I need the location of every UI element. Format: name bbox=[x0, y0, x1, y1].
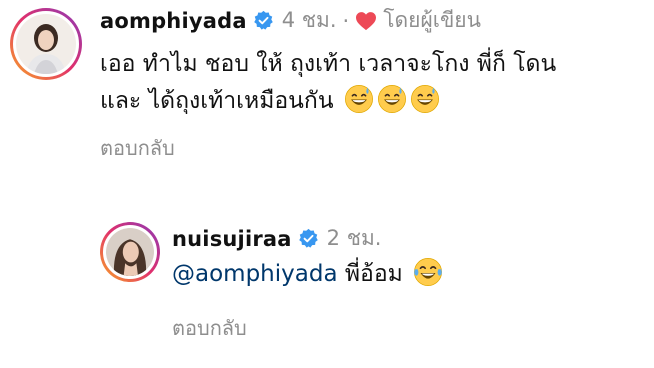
liked-by-author-label: โดยผู้เขียน bbox=[383, 8, 481, 32]
verified-badge-icon bbox=[253, 10, 273, 30]
timestamp: 4 ชม. bbox=[281, 8, 337, 32]
grinning-sweat-emoji-icon bbox=[344, 85, 373, 113]
comment-text-line-1: เออ ทำไม ชอบ ให้ ถุงเท้า เวลาจะโกง พี่ก็… bbox=[100, 51, 557, 77]
comment-text-body: พี่อ้อม bbox=[344, 261, 403, 287]
grinning-sweat-emoji-icon bbox=[377, 85, 406, 113]
username[interactable]: nuisujiraa bbox=[172, 227, 292, 251]
verified-badge-icon bbox=[298, 228, 318, 248]
avatar-nuisujiraa[interactable] bbox=[100, 222, 160, 282]
reply-button[interactable]: ตอบกลับ bbox=[100, 132, 175, 164]
avatar-aomphiyada[interactable] bbox=[10, 8, 82, 80]
comment-nuisujiraa: nuisujiraa 2 ชม. @aomphiyada พี่อ้อม ตอบ… bbox=[100, 218, 650, 348]
reply-button[interactable]: ตอบกลับ bbox=[172, 312, 247, 344]
comment-text-line-2: และ ได้ถุงเท้าเหมือนกัน bbox=[100, 88, 334, 114]
mention-link[interactable]: @aomphiyada bbox=[172, 261, 338, 287]
comment-aomphiyada: aomphiyada 4 ชม. · โดยผู้เขียน เออ ทำไม … bbox=[10, 4, 650, 164]
comment-text: เออ ทำไม ชอบ ให้ ถุงเท้า เวลาจะโกง พี่ก็… bbox=[100, 46, 556, 120]
avatar-photo-icon bbox=[106, 228, 154, 276]
comment-header: aomphiyada 4 ชม. · โดยผู้เขียน bbox=[100, 4, 481, 37]
avatar-photo-icon bbox=[16, 14, 76, 74]
separator-dot: · bbox=[342, 8, 350, 33]
grinning-sweat-emoji-icon bbox=[410, 85, 439, 113]
tears-of-joy-emoji-icon bbox=[414, 258, 443, 286]
heart-icon bbox=[356, 11, 377, 30]
username[interactable]: aomphiyada bbox=[100, 9, 247, 33]
comment-text: @aomphiyada พี่อ้อม bbox=[172, 256, 443, 293]
timestamp: 2 ชม. bbox=[326, 226, 382, 250]
comment-header: nuisujiraa 2 ชม. bbox=[172, 222, 381, 255]
